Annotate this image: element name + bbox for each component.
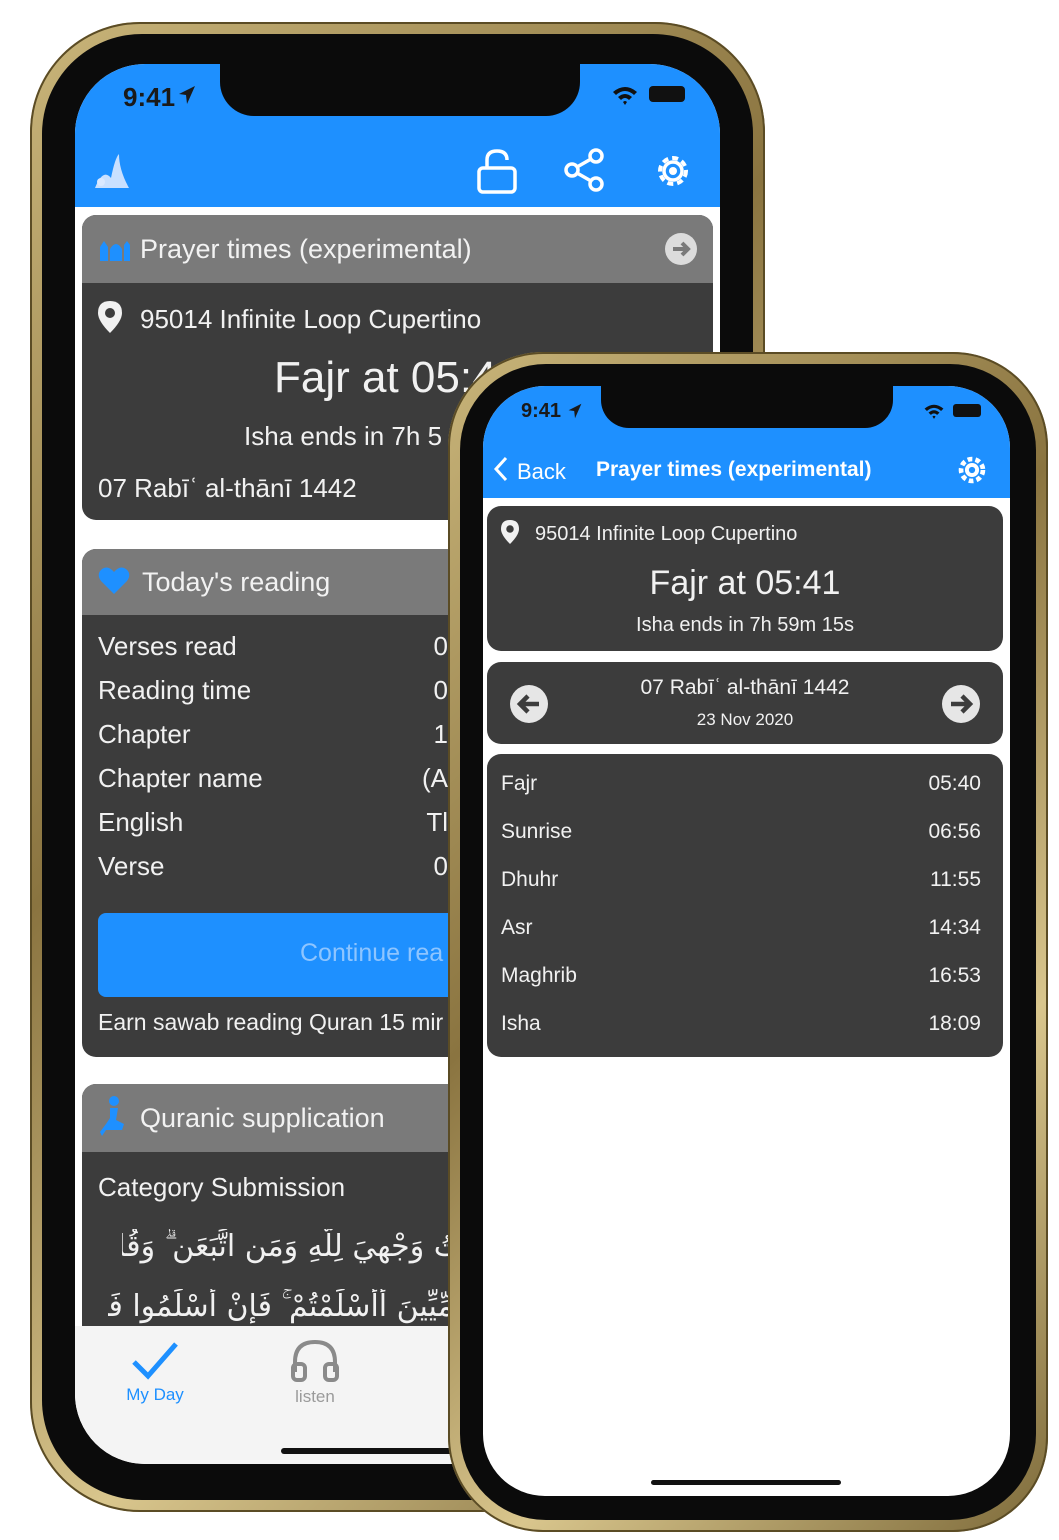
reading-stats: Verses read 0 Reading time 0 Chapter 1 Chap…	[82, 615, 464, 895]
share-icon[interactable]	[564, 148, 606, 197]
location-row: 95014 Infinite Loop Cupertino	[487, 506, 1003, 549]
date-navigator-card: 07 Rabīʿ al-thānī 1442 23 Nov 2020	[487, 662, 1003, 744]
battery-icon	[649, 86, 685, 102]
prayer-name: Fajr	[501, 772, 538, 795]
continue-reading-label: Continue rea	[300, 939, 444, 967]
gear-icon[interactable]	[954, 452, 990, 493]
location-text: 95014 Infinite Loop Cupertino	[535, 523, 798, 545]
supplication-category: Category Submission	[98, 1172, 346, 1202]
prayer-row: Sunrise 06:56	[501, 820, 981, 844]
prayer-summary-card: 95014 Infinite Loop Cupertino Fajr at 05…	[487, 506, 1003, 651]
prayer-time: 06:56	[928, 820, 981, 843]
stat-row: English Tl	[98, 807, 448, 837]
chevron-left-icon	[493, 456, 509, 487]
gregorian-date: 23 Nov 2020	[696, 710, 794, 729]
location-arrow-icon	[177, 84, 197, 111]
tab-listen[interactable]: listen	[275, 1338, 355, 1407]
heart-icon	[98, 566, 130, 599]
prayer-row: Fajr 05:40	[501, 772, 981, 796]
unlock-icon[interactable]	[475, 148, 519, 199]
prayer-name: Isha	[501, 1012, 541, 1035]
location-pin-icon	[501, 520, 519, 549]
prayer-time: 14:34	[928, 916, 981, 939]
location-text: 95014 Infinite Loop Cupertino	[140, 304, 482, 334]
countdown-text: Isha ends in 7h 59m 15s	[636, 614, 854, 636]
hijri-date: 07 Rabīʿ al-thānī 1442	[640, 676, 850, 699]
prayer-time: 05:40	[928, 772, 981, 795]
prayer-name: Maghrib	[501, 964, 577, 987]
headphones-icon	[289, 1338, 341, 1387]
countdown-text: Isha ends in 7h 5	[244, 421, 443, 451]
reading-card-title: Today's reading	[142, 566, 331, 597]
tab-my-day[interactable]: My Day	[115, 1340, 195, 1405]
tab-label-my-day: My Day	[126, 1385, 184, 1404]
prayer-times-list: Fajr 05:40 Sunrise 06:56 Dhuhr 11:55 Asr…	[487, 754, 1003, 1057]
prayer-card-title: Prayer times (experimental)	[140, 233, 472, 264]
mosque-icon	[96, 233, 130, 266]
wifi-icon	[923, 402, 945, 425]
arabic-verse-line-1: تُ وَجْهِيَ لِلَّهِ وَمَنِ اتَّبَعَنِ ۗ …	[122, 1229, 462, 1264]
prayer-row: Maghrib 16:53	[501, 964, 981, 988]
status-time: 9:41	[123, 82, 176, 112]
supplication-card-title: Quranic supplication	[140, 1102, 385, 1133]
front-phone-screen: 9:41 Back Prayer times (experimental) 95…	[483, 386, 1010, 1496]
prayer-row: Isha 18:09	[501, 1012, 981, 1036]
location-pin-icon	[98, 301, 122, 338]
back-button[interactable]: Back	[493, 456, 566, 487]
arabic-verse-line-2: أُمِّيِّينَ أَأَسْلَمْتُمْ ۚ فَإِنْ أَسْ…	[108, 1289, 462, 1324]
location-row: 95014 Infinite Loop Cupertino	[82, 283, 713, 338]
stat-row: Verse 0	[98, 851, 448, 881]
prayer-time: 18:09	[928, 1012, 981, 1035]
gear-icon[interactable]	[650, 148, 696, 199]
prayer-card-header[interactable]: Prayer times (experimental)	[82, 215, 713, 283]
prayer-time: 16:53	[928, 964, 981, 987]
hijri-date-text: 07 Rabīʿ al-thānī 1442	[98, 473, 357, 503]
prayer-name: Asr	[501, 916, 533, 939]
prayer-time: 11:55	[930, 868, 981, 891]
prayer-name: Sunrise	[501, 820, 573, 843]
status-time: 9:41	[521, 400, 562, 422]
battery-icon	[953, 404, 981, 417]
arrow-right-circle-icon[interactable]	[941, 684, 981, 729]
wifi-icon	[611, 84, 639, 111]
stat-row: Chapter name (A	[98, 763, 448, 793]
tab-label-listen: listen	[295, 1387, 335, 1406]
quran-logo-icon[interactable]	[89, 148, 135, 199]
back-label: Back	[517, 458, 566, 484]
nav-title: Prayer times (experimental)	[596, 458, 872, 481]
stat-row: Chapter 1	[98, 719, 448, 749]
checkmark-icon	[130, 1340, 180, 1385]
prayer-name: Dhuhr	[501, 868, 559, 891]
prayer-row: Dhuhr 11:55	[501, 868, 981, 892]
home-indicator	[651, 1480, 841, 1485]
stat-row: Reading time 0	[98, 675, 448, 705]
next-prayer-text: Fajr at 05:41	[649, 564, 841, 602]
prayer-row: Asr 14:34	[501, 916, 981, 940]
stat-row: Verses read 0	[98, 631, 448, 661]
arrow-right-circle-icon[interactable]	[665, 233, 697, 270]
praying-person-icon	[98, 1095, 128, 1141]
back-notch	[220, 64, 580, 116]
reading-note: Earn sawab reading Quran 15 mir	[98, 1009, 444, 1035]
location-arrow-icon	[567, 402, 583, 425]
front-notch	[601, 386, 893, 428]
